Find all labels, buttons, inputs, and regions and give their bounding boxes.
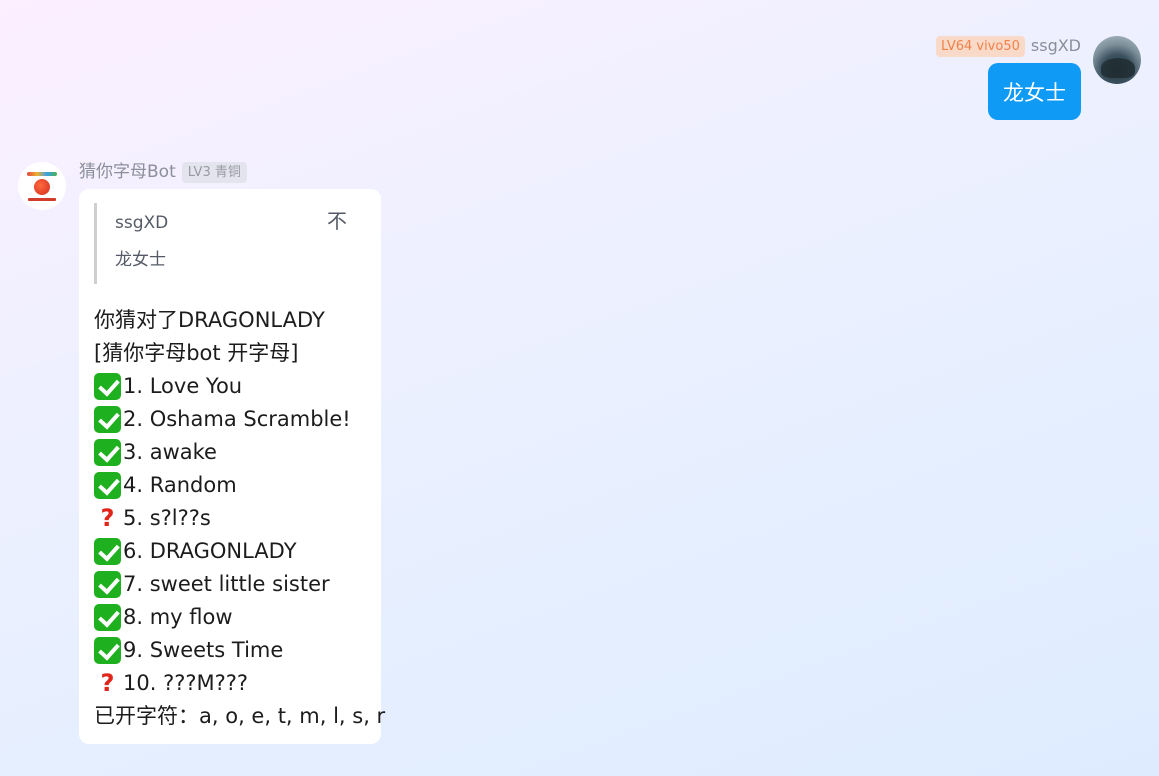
sender-name[interactable]: ssgXD (1031, 36, 1081, 56)
message-line-text: 已开字符：a, o, e, t, m, l, s, r (94, 704, 386, 728)
message-line: 7. sweet little sister (94, 568, 381, 601)
check-icon (94, 439, 121, 466)
quoted-reply[interactable]: ssgXD 龙女士 不 (94, 203, 363, 284)
message-line-text: 你猜对了DRAGONLADY (94, 308, 325, 332)
check-icon (94, 472, 121, 499)
bot-message-body: 你猜对了DRAGONLADY [猜你字母bot 开字母] 1. Love You 2.… (94, 304, 385, 733)
check-icon (94, 406, 121, 433)
bot-message-header: 猜你字母Bot LV3 青铜 (79, 160, 247, 184)
message-line-text: [猜你字母bot 开字母] (94, 341, 299, 365)
bot-avatar[interactable] (18, 162, 66, 210)
message-line-text: 6. DRAGONLADY (123, 539, 297, 563)
message-line: 已开字符：a, o, e, t, m, l, s, r (94, 700, 385, 733)
question-icon: ? (100, 669, 115, 697)
jump-to-message-icon[interactable]: 不 (327, 211, 347, 231)
message-line-text: 3. awake (123, 440, 217, 464)
message-line: ? 10. ???M??? (94, 667, 381, 700)
check-icon (94, 373, 121, 400)
bot-name[interactable]: 猜你字母Bot (79, 161, 176, 183)
message-line-text: 5. s?l??s (123, 506, 211, 530)
message-line: 8. my flow (94, 601, 381, 634)
avatar-logo-stripe (27, 172, 57, 176)
quoted-reply-author: ssgXD (115, 213, 169, 233)
message-line-text: 1. Love You (123, 374, 243, 398)
message-line: [猜你字母bot 开字母] (94, 337, 381, 370)
message-line-text: 7. sweet little sister (123, 572, 330, 596)
message-line: 9. Sweets Time (94, 634, 381, 667)
check-icon (94, 538, 121, 565)
message-line-text: 10. ???M??? (123, 671, 249, 695)
message-line-text: 9. Sweets Time (123, 638, 284, 662)
quoted-reply-text: 龙女士 (115, 250, 166, 270)
check-icon (94, 604, 121, 631)
user-level-badge: LV64 vivo50 (936, 35, 1025, 57)
message-line: 6. DRAGONLADY (94, 535, 381, 568)
avatar-logo-caption (28, 198, 56, 201)
message-line: 4. Random (94, 469, 381, 502)
message-line: 2. Oshama Scramble! (94, 403, 381, 436)
bot-level-badge: LV3 青铜 (181, 161, 247, 183)
avatar[interactable] (1093, 36, 1141, 84)
avatar-logo-ball (34, 179, 50, 195)
message-line: 3. awake (94, 436, 381, 469)
message-line: 你猜对了DRAGONLADY (94, 304, 381, 337)
question-icon: ? (100, 504, 115, 532)
check-icon (94, 571, 121, 598)
message-line: 1. Love You (94, 370, 381, 403)
message-line-text: 8. my flow (123, 605, 233, 629)
message-line: ? 5. s?l??s (94, 502, 381, 535)
avatar-image (1101, 58, 1135, 78)
message-line-text: 4. Random (123, 473, 237, 497)
message-bubble[interactable]: 龙女士 (988, 63, 1081, 120)
check-icon (94, 637, 121, 664)
message-line-text: 2. Oshama Scramble! (123, 407, 351, 431)
bot-message-bubble[interactable]: ssgXD 龙女士 不 你猜对了DRAGONLADY [猜你字母bot 开字母] 1… (79, 189, 385, 744)
self-message-header: LV64 vivo50 ssgXD (936, 34, 1081, 58)
